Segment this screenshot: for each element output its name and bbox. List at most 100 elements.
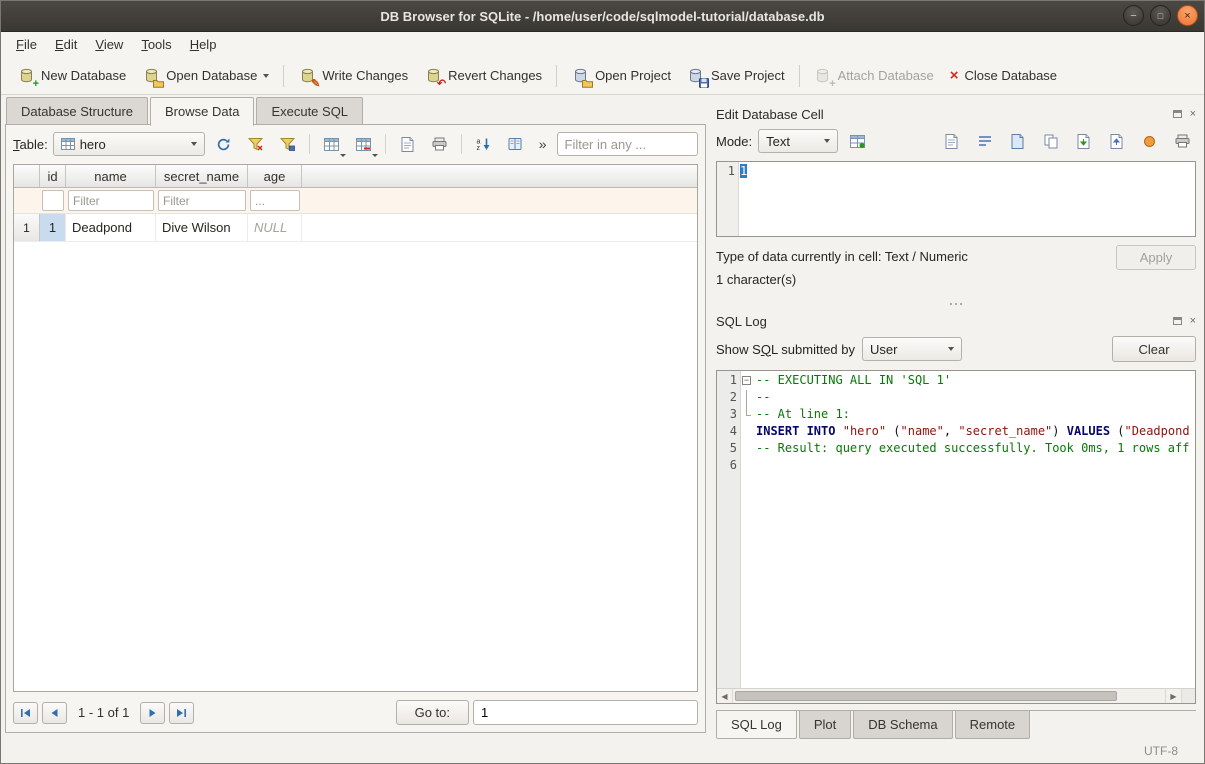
- column-header-name[interactable]: name: [66, 165, 156, 187]
- tab-browse-data[interactable]: Browse Data: [150, 97, 254, 126]
- left-pane: Database Structure Browse Data Execute S…: [1, 95, 708, 739]
- export-records-button[interactable]: [394, 132, 421, 156]
- print-cell-button[interactable]: [1169, 129, 1196, 153]
- fold-marker[interactable]: −: [741, 373, 754, 390]
- filter-age-input[interactable]: [250, 190, 300, 211]
- dock-splitter-handle[interactable]: [716, 297, 1196, 310]
- sort-az-icon: az: [476, 137, 491, 151]
- set-null-button[interactable]: [1136, 129, 1163, 153]
- column-header-secret-name[interactable]: secret_name: [156, 165, 248, 187]
- delete-record-icon: [356, 138, 371, 151]
- sql-log-line: -- At line 1:: [756, 407, 1195, 424]
- tab-remote[interactable]: Remote: [955, 711, 1031, 739]
- filter-secret-name-input[interactable]: [158, 190, 246, 211]
- sql-source-value: User: [870, 342, 897, 357]
- display-format-button[interactable]: [502, 132, 529, 156]
- filter-any-input[interactable]: [557, 132, 699, 156]
- titlebar[interactable]: DB Browser for SQLite - /home/user/code/…: [1, 1, 1204, 32]
- write-changes-button[interactable]: ✎ Write Changes: [290, 63, 416, 89]
- text-mode-button[interactable]: [938, 129, 965, 153]
- grid-corner: [14, 165, 40, 187]
- sql-log-line: INSERT INTO "hero" ("name", "secret_name…: [756, 424, 1195, 441]
- filter-name-input[interactable]: [68, 190, 154, 211]
- menu-view[interactable]: View: [86, 34, 132, 55]
- menu-edit[interactable]: Edit: [46, 34, 86, 55]
- cell-id[interactable]: 1: [40, 214, 66, 241]
- tab-sql-log[interactable]: SQL Log: [716, 711, 797, 739]
- maximize-button[interactable]: □: [1150, 5, 1171, 26]
- minimize-icon: −: [1130, 10, 1136, 22]
- delete-record-button[interactable]: [350, 132, 377, 156]
- clear-filters-button[interactable]: [242, 132, 269, 156]
- insert-record-button[interactable]: [318, 132, 345, 156]
- open-database-dropdown-caret[interactable]: [263, 74, 269, 78]
- dock-close-icon[interactable]: ×: [1190, 109, 1196, 120]
- sql-source-selector[interactable]: User: [862, 337, 962, 361]
- clear-log-button[interactable]: Clear: [1112, 336, 1196, 362]
- new-database-button[interactable]: + New Database: [9, 63, 134, 89]
- toolbar-overflow-chevron[interactable]: »: [534, 136, 552, 152]
- scroll-left-icon[interactable]: ◀: [717, 689, 733, 703]
- tab-execute-sql[interactable]: Execute SQL: [256, 97, 363, 125]
- first-record-button[interactable]: [13, 702, 38, 724]
- export-cell-button[interactable]: [1103, 129, 1130, 153]
- apply-button[interactable]: Apply: [1116, 245, 1196, 270]
- dock-float-icon[interactable]: [1173, 110, 1182, 118]
- fold-marker: [741, 458, 754, 475]
- open-project-button[interactable]: Open Project: [563, 63, 679, 89]
- filter-id-input[interactable]: [42, 190, 64, 211]
- printer-icon: [1175, 134, 1190, 148]
- sort-records-button[interactable]: az: [470, 132, 497, 156]
- copy-cell-button[interactable]: [1037, 129, 1064, 153]
- cell-editor[interactable]: 1 1: [716, 161, 1196, 237]
- goto-button[interactable]: Go to:: [396, 700, 469, 725]
- dock-close-icon[interactable]: ×: [1190, 316, 1196, 327]
- column-header-age[interactable]: age: [248, 165, 302, 187]
- last-record-button[interactable]: [169, 702, 194, 724]
- cell-age[interactable]: NULL: [248, 214, 302, 241]
- tab-plot[interactable]: Plot: [799, 711, 851, 739]
- row-number[interactable]: 1: [14, 214, 40, 241]
- tab-db-schema[interactable]: DB Schema: [853, 711, 952, 739]
- horizontal-scrollbar[interactable]: ◀ ▶: [717, 688, 1195, 703]
- previous-record-button[interactable]: [42, 702, 67, 724]
- set-null-icon: [1143, 135, 1156, 148]
- apply-format-button[interactable]: [844, 129, 871, 153]
- save-project-icon: [687, 67, 705, 85]
- scroll-right-icon[interactable]: ▶: [1165, 689, 1181, 703]
- sql-log-text[interactable]: -- EXECUTING ALL IN 'SQL 1'---- At line …: [754, 371, 1195, 688]
- cell-editor-text[interactable]: 1: [739, 162, 1195, 236]
- print-records-button[interactable]: [426, 132, 453, 156]
- dock-float-icon[interactable]: [1173, 317, 1182, 325]
- refresh-button[interactable]: [210, 132, 237, 156]
- sql-log-editor[interactable]: 123456 − -- EXECUTING ALL IN 'SQL 1'----…: [716, 370, 1196, 704]
- cell-name[interactable]: Deadpond: [66, 214, 156, 241]
- table-icon: [61, 138, 75, 150]
- menu-tools[interactable]: Tools: [132, 34, 180, 55]
- word-wrap-button[interactable]: [971, 129, 998, 153]
- menu-help[interactable]: Help: [181, 34, 226, 55]
- scrollbar-track[interactable]: [733, 689, 1165, 703]
- window-controls: − □ ×: [1123, 5, 1198, 26]
- attach-database-button[interactable]: + Attach Database: [806, 63, 942, 89]
- next-record-button[interactable]: [140, 702, 165, 724]
- close-database-button[interactable]: × Close Database: [942, 64, 1065, 87]
- open-database-button[interactable]: Open Database: [134, 63, 277, 89]
- mode-selector[interactable]: Text: [758, 129, 838, 153]
- cell-secret-name[interactable]: Dive Wilson: [156, 214, 248, 241]
- app-window: DB Browser for SQLite - /home/user/code/…: [0, 0, 1205, 764]
- scrollbar-thumb[interactable]: [735, 691, 1117, 701]
- goto-input[interactable]: [473, 700, 698, 725]
- column-header-id[interactable]: id: [40, 165, 66, 187]
- save-project-button[interactable]: Save Project: [679, 63, 793, 89]
- tab-database-structure[interactable]: Database Structure: [6, 97, 148, 125]
- data-grid[interactable]: id name secret_name age: [13, 164, 698, 692]
- save-filter-button[interactable]: [274, 132, 301, 156]
- close-window-button[interactable]: ×: [1177, 5, 1198, 26]
- menu-file[interactable]: File: [7, 34, 46, 55]
- table-selector[interactable]: hero: [53, 132, 205, 156]
- open-in-app-button[interactable]: [1004, 129, 1031, 153]
- minimize-button[interactable]: −: [1123, 5, 1144, 26]
- import-cell-button[interactable]: [1070, 129, 1097, 153]
- revert-changes-button[interactable]: ↶ Revert Changes: [416, 63, 550, 89]
